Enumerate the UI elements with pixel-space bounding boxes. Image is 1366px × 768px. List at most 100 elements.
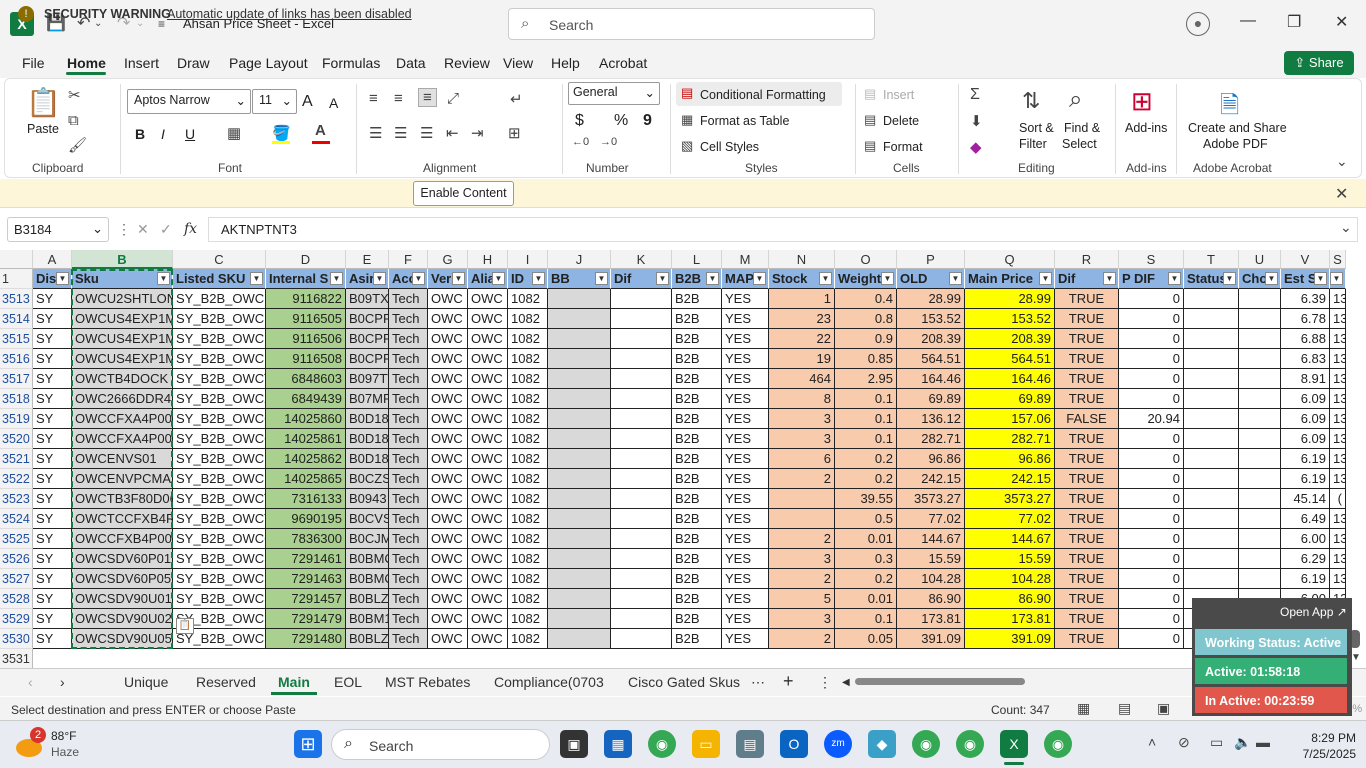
cell-cho[interactable] [1239,569,1281,589]
cell-sku[interactable]: OWCUS4EXP1M1 [72,349,173,369]
scroll-tabs-left-icon[interactable]: ‹ [28,674,33,690]
cell-asin[interactable]: B097TV [346,369,389,389]
cell-ver[interactable]: OWC [428,509,468,529]
cell-dif-flag[interactable]: TRUE [1055,549,1119,569]
cell-sku[interactable]: OWCCFXA4P009 [72,429,173,449]
cell-id[interactable]: 1082 [508,569,548,589]
cell-dif-flag[interactable]: TRUE [1055,349,1119,369]
cell-status[interactable] [1184,329,1239,349]
cell-id[interactable]: 1082 [508,529,548,549]
cell-acc[interactable]: Tech [389,349,428,369]
cell-internal-sku[interactable]: 6849439 [266,389,346,409]
cell-bb[interactable] [548,629,611,649]
cell-main-price[interactable]: 104.28 [965,569,1055,589]
windows-start-icon[interactable]: ⊞ [294,730,322,758]
cell-weight[interactable]: 2.95 [835,369,897,389]
cell-main-price[interactable]: 391.09 [965,629,1055,649]
cell-est-s[interactable]: 6.09 [1281,429,1330,449]
cell-id[interactable]: 1082 [508,389,548,409]
align-right-icon[interactable]: ☰ [420,124,433,142]
cell-main-price[interactable]: 564.51 [965,349,1055,369]
horizontal-scrollbar-thumb[interactable] [855,678,1025,685]
cell-est-s[interactable]: 6.19 [1281,469,1330,489]
cell-listed-sku[interactable]: SY_B2B_OWCSD [173,589,266,609]
align-bottom-icon[interactable]: ≡ [418,88,437,107]
cell-alia[interactable]: OWC [468,489,508,509]
row-header[interactable]: 3523 [0,489,33,509]
cell-stock[interactable]: 3 [769,549,835,569]
grow-font-button[interactable]: A [302,93,313,111]
cell-stock[interactable]: 22 [769,329,835,349]
cell-listed-sku[interactable]: SY_B2B_OWCSD [173,549,266,569]
filter-dropdown-icon[interactable]: ▼ [1314,272,1327,285]
select-all-corner[interactable] [0,250,33,269]
cell-main-price[interactable]: 69.89 [965,389,1055,409]
find-select-label-1[interactable]: Find & [1064,121,1100,135]
cell-main-price[interactable]: 3573.27 [965,489,1055,509]
cell-b2b[interactable]: B2B [672,609,722,629]
cell-alia[interactable]: OWC [468,569,508,589]
cell-listed-sku[interactable]: SY_B2B_OWCSD [173,569,266,589]
cell-dis[interactable]: SY [33,429,72,449]
cell-map[interactable]: YES [722,509,769,529]
cell-acc[interactable]: Tech [389,589,428,609]
cell-stock[interactable] [769,509,835,529]
cell-map[interactable]: YES [722,369,769,389]
cell-dis[interactable]: SY [33,469,72,489]
excel-taskbar-icon[interactable]: X [1000,730,1028,758]
cell-dif[interactable] [611,409,672,429]
decrease-indent-icon[interactable]: ⇤ [446,124,459,142]
cell-dif[interactable] [611,569,672,589]
cell-id[interactable]: 1082 [508,429,548,449]
cell-internal-sku[interactable]: 9690195 [266,509,346,529]
insert-cells-button[interactable]: Insert [883,88,914,102]
cell-sku[interactable]: OWCUS4EXP1M1 [72,329,173,349]
cell-s[interactable]: 13 [1330,409,1346,429]
cell-asin[interactable]: B0BM1 [346,609,389,629]
cell-stock[interactable]: 3 [769,429,835,449]
column-header-s[interactable]: S [1119,250,1184,269]
cell-b2b[interactable]: B2B [672,589,722,609]
percent-button[interactable]: % [614,112,628,130]
cell-bb[interactable] [548,449,611,469]
cell-ver[interactable]: OWC [428,389,468,409]
cell-acc[interactable]: Tech [389,549,428,569]
cell-status[interactable] [1184,309,1239,329]
cell-old[interactable]: 164.46 [897,369,965,389]
row-header[interactable]: 3526 [0,549,33,569]
cell-dif[interactable] [611,429,672,449]
align-left-icon[interactable]: ☰ [369,124,382,142]
cell-b2b[interactable]: B2B [672,429,722,449]
cell-sku[interactable]: OWCENVPCMA2 [72,469,173,489]
cell-stock[interactable]: 2 [769,569,835,589]
remote-app-icon[interactable]: ◆ [868,730,896,758]
cell-dif-flag[interactable]: TRUE [1055,609,1119,629]
cell-ver[interactable]: OWC [428,589,468,609]
cell-old[interactable]: 153.52 [897,309,965,329]
cell-stock[interactable]: 6 [769,449,835,469]
cell-sku[interactable]: OWCENVS01 [72,449,173,469]
tab-options-icon[interactable]: ⋮ [818,674,832,691]
row-header[interactable]: 3519 [0,409,33,429]
fill-icon[interactable]: ⬇ [970,112,983,130]
cell-sku[interactable]: OWCSDV90U025 [72,609,173,629]
align-center-icon[interactable]: ☰ [394,124,407,142]
cell-acc[interactable]: Tech [389,509,428,529]
cell-listed-sku[interactable]: SY_B2B_OWCCF [173,529,266,549]
cell-weight[interactable]: 0.01 [835,529,897,549]
cell-est-s[interactable]: 6.78 [1281,309,1330,329]
cell-stock[interactable]: 5 [769,589,835,609]
cell-old[interactable]: 69.89 [897,389,965,409]
cell-dis[interactable]: SY [33,369,72,389]
cell-stock[interactable]: 2 [769,469,835,489]
row-header[interactable]: 3515 [0,329,33,349]
cell-stock[interactable]: 23 [769,309,835,329]
cell-p-dif[interactable]: 0 [1119,429,1184,449]
cell-sku[interactable]: OWC2666DDR4S [72,389,173,409]
cell-cho[interactable] [1239,369,1281,389]
borders-icon[interactable]: ▦ [227,124,241,142]
cell-ver[interactable]: OWC [428,449,468,469]
cell-cho[interactable] [1239,289,1281,309]
cell-stock[interactable]: 1 [769,289,835,309]
cell-main-price[interactable]: 157.06 [965,409,1055,429]
